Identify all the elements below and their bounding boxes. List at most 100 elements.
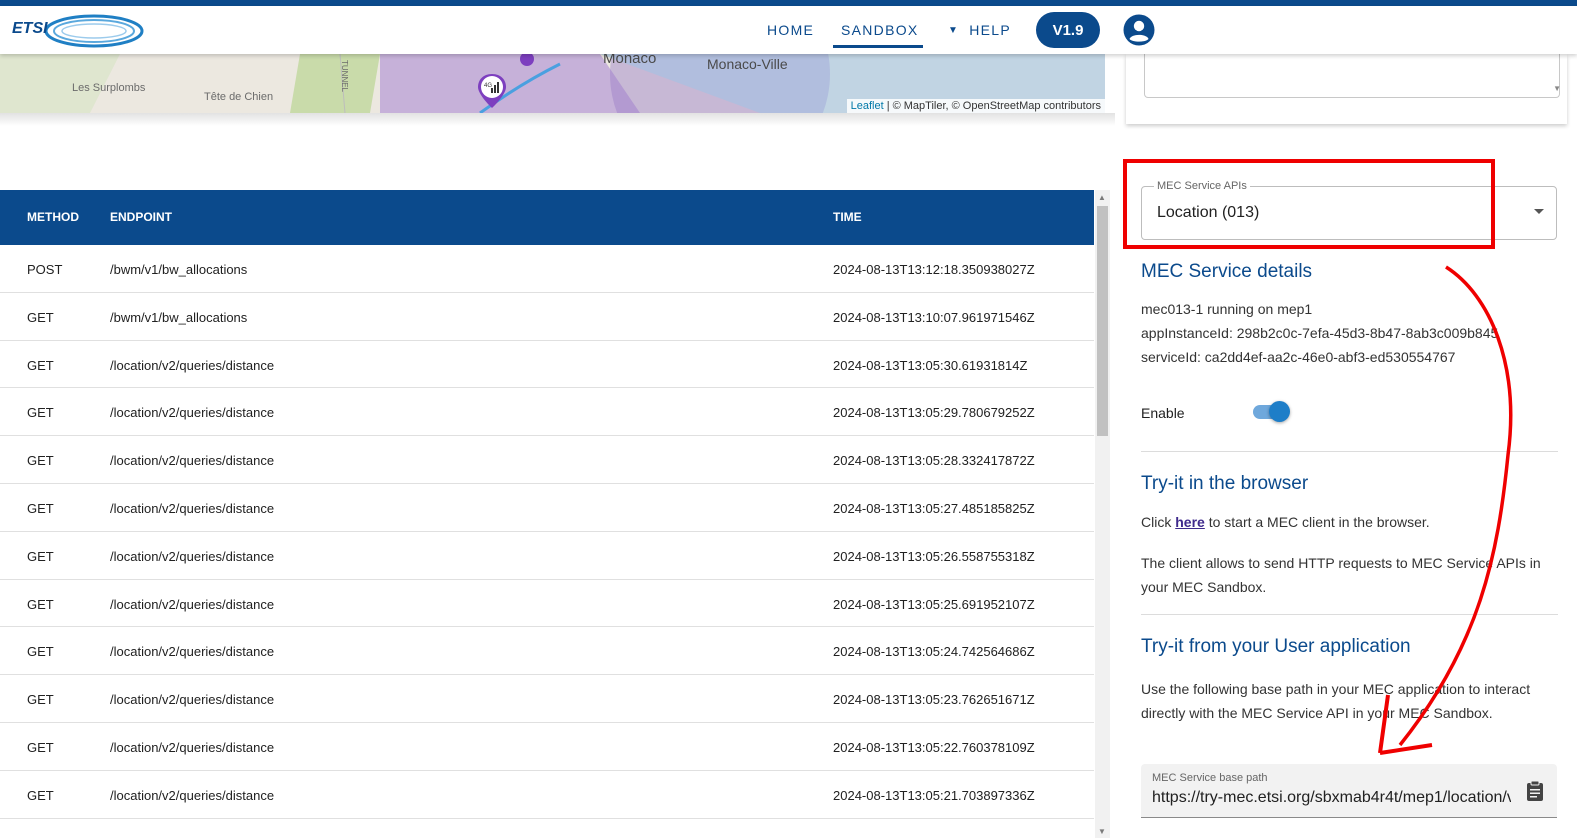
attribution-text: | © MapTiler, © OpenStreetMap contributo…: [886, 100, 1101, 112]
table-row[interactable]: GET/location/v2/queries/distance 2024-08-…: [0, 388, 1094, 437]
method-cell: GET: [27, 548, 54, 564]
nav-help[interactable]: ▼ HELP: [948, 6, 1011, 54]
map-label-tunnel: TUNNEL: [340, 60, 349, 93]
table-scrollbar[interactable]: ▲ ▼: [1095, 190, 1110, 838]
map-label-monaco-ville: Monaco-Ville: [707, 56, 788, 72]
time-cell: 2024-08-13T13:05:30.61931814Z: [833, 357, 1028, 373]
endpoint-cell: /location/v2/queries/distance: [110, 548, 275, 564]
time-cell: 2024-08-13T13:05:23.762651671Z: [833, 692, 1035, 708]
here-link[interactable]: here: [1175, 514, 1205, 530]
scroll-down-arrow-icon[interactable]: ▼: [1553, 84, 1561, 93]
section-divider: [1141, 614, 1558, 615]
time-cell: 2024-08-13T13:05:26.558755318Z: [833, 548, 1035, 564]
click-suffix: to start a MEC client in the browser.: [1204, 514, 1430, 530]
time-cell: 2024-08-13T13:05:21.703897336Z: [833, 787, 1035, 803]
endpoint-cell: /location/v2/queries/distance: [110, 357, 275, 373]
scroll-up-arrow-icon[interactable]: ▲: [1098, 193, 1106, 202]
app-instance-id-text: appInstanceId: 298b2c0c-7efa-45d3-8b47-8…: [1141, 325, 1499, 341]
try-user-app-heading: Try-it from your User application: [1141, 636, 1411, 657]
method-cell: GET: [27, 405, 54, 421]
nav-sandbox-label: SANDBOX: [841, 22, 919, 38]
click-prefix: Click: [1141, 514, 1176, 530]
map-view[interactable]: Les Surplombs Tête de Chien TUNNEL Monac…: [0, 54, 1105, 113]
time-cell: 2024-08-13T13:10:07.961971546Z: [833, 309, 1035, 325]
nav-help-label: HELP: [969, 22, 1011, 38]
enable-label: Enable: [1141, 405, 1185, 421]
service-details-heading: MEC Service details: [1141, 261, 1313, 282]
endpoint-cell: /location/v2/queries/distance: [110, 787, 275, 803]
try-browser-description: The client allows to send HTTP requests …: [1141, 555, 1541, 595]
api-log-table-body: POST/bwm/v1/bw_allocations 2024-08-13T13:…: [0, 245, 1094, 819]
method-cell: GET: [27, 357, 54, 373]
method-cell: GET: [27, 739, 54, 755]
nav-home-label: HOME: [767, 22, 815, 38]
endpoint-cell: /location/v2/queries/distance: [110, 644, 275, 660]
svg-text:ETSI: ETSI: [12, 20, 48, 37]
method-cell: POST: [27, 262, 63, 277]
chevron-down-icon: [1534, 209, 1544, 214]
column-header-endpoint[interactable]: ENDPOINT: [110, 210, 172, 224]
clipboard-icon[interactable]: [1525, 780, 1545, 802]
scrollbar-thumb[interactable]: [1097, 206, 1108, 436]
table-row[interactable]: GET/location/v2/queries/distance 2024-08-…: [0, 532, 1094, 580]
time-cell: 2024-08-13T13:05:29.780679252Z: [833, 405, 1035, 421]
time-cell: 2024-08-13T13:12:18.350938027Z: [833, 262, 1035, 277]
time-cell: 2024-08-13T13:05:28.332417872Z: [833, 453, 1035, 469]
column-header-time[interactable]: TIME: [833, 210, 862, 224]
caret-down-icon: ▼: [948, 24, 960, 36]
try-browser-instructions: Click here to start a MEC client in the …: [1141, 514, 1430, 530]
account-circle-icon[interactable]: [1123, 14, 1155, 46]
method-cell: GET: [27, 453, 54, 469]
enable-toggle-thumb[interactable]: [1269, 401, 1290, 422]
annotation-highlight-box: [1123, 159, 1495, 249]
4g-cell-icon[interactable]: 4G: [476, 73, 508, 109]
endpoint-cell: /location/v2/queries/distance: [110, 453, 275, 469]
api-log-table-header: METHOD ENDPOINT TIME: [0, 190, 1094, 245]
method-cell: GET: [27, 500, 54, 516]
method-cell: GET: [27, 787, 54, 803]
method-cell: GET: [27, 596, 54, 612]
table-row[interactable]: GET/bwm/v1/bw_allocations 2024-08-13T13:1…: [0, 293, 1094, 341]
table-row[interactable]: GET/location/v2/queries/distance 2024-08-…: [0, 580, 1094, 628]
leaflet-link[interactable]: Leaflet: [851, 100, 884, 112]
section-divider: [1141, 451, 1558, 452]
base-path-field[interactable]: MEC Service base path https://try-mec.et…: [1141, 764, 1557, 818]
endpoint-cell: /location/v2/queries/distance: [110, 596, 275, 612]
textarea-field[interactable]: [1144, 54, 1560, 98]
table-row[interactable]: GET/location/v2/queries/distance 2024-08-…: [0, 723, 1094, 771]
map-attribution: Leaflet | © MapTiler, © OpenStreetMap co…: [846, 99, 1105, 113]
version-label: V1.9: [1052, 21, 1084, 39]
endpoint-cell: /location/v2/queries/distance: [110, 739, 275, 755]
table-row[interactable]: GET/location/v2/queries/distance 2024-08-…: [0, 484, 1094, 532]
endpoint-cell: /location/v2/queries/distance: [110, 692, 275, 708]
table-row[interactable]: GET/location/v2/queries/distance 2024-08-…: [0, 341, 1094, 389]
table-row[interactable]: GET/location/v2/queries/distance 2024-08-…: [0, 771, 1094, 819]
map-label-tete: Tête de Chien: [204, 91, 274, 103]
endpoint-cell: /bwm/v1/bw_allocations: [110, 262, 248, 277]
endpoint-cell: /bwm/v1/bw_allocations: [110, 309, 248, 325]
method-cell: GET: [27, 309, 54, 325]
time-cell: 2024-08-13T13:05:24.742564686Z: [833, 644, 1035, 660]
column-header-method[interactable]: METHOD: [27, 210, 79, 224]
method-cell: GET: [27, 692, 54, 708]
try-browser-heading: Try-it in the browser: [1141, 473, 1309, 494]
etsi-logo[interactable]: ETSI: [10, 11, 146, 51]
map-label-monaco: Monaco: [603, 54, 657, 67]
table-row[interactable]: POST/bwm/v1/bw_allocations 2024-08-13T13:…: [0, 245, 1094, 293]
time-cell: 2024-08-13T13:05:22.760378109Z: [833, 739, 1035, 755]
method-cell: GET: [27, 644, 54, 660]
scroll-down-arrow-icon[interactable]: ▼: [1098, 827, 1106, 836]
map-card-shadow: [0, 113, 1115, 126]
table-row[interactable]: GET/location/v2/queries/distance 2024-08-…: [0, 627, 1094, 676]
base-path-label: MEC Service base path: [1152, 772, 1268, 784]
time-cell: 2024-08-13T13:05:27.485185825Z: [833, 500, 1035, 516]
app-header: ETSI HOME SANDBOX ▼ HELP V1.9: [0, 6, 1577, 54]
nav-active-indicator: [833, 45, 923, 48]
service-details-text: mec013-1 running on mep1 appInstanceId: …: [1141, 297, 1561, 369]
table-row[interactable]: GET/location/v2/queries/distance 2024-08-…: [0, 436, 1094, 484]
table-row[interactable]: GET/location/v2/queries/distance 2024-08-…: [0, 675, 1094, 723]
service-id-text: serviceId: ca2dd4ef-aa2c-46e0-abf3-ed530…: [1141, 349, 1456, 365]
nav-home[interactable]: HOME: [767, 6, 814, 54]
base-path-value[interactable]: https://try-mec.etsi.org/sbxmab4r4t/mep1…: [1152, 789, 1511, 807]
version-button[interactable]: V1.9: [1036, 12, 1100, 48]
